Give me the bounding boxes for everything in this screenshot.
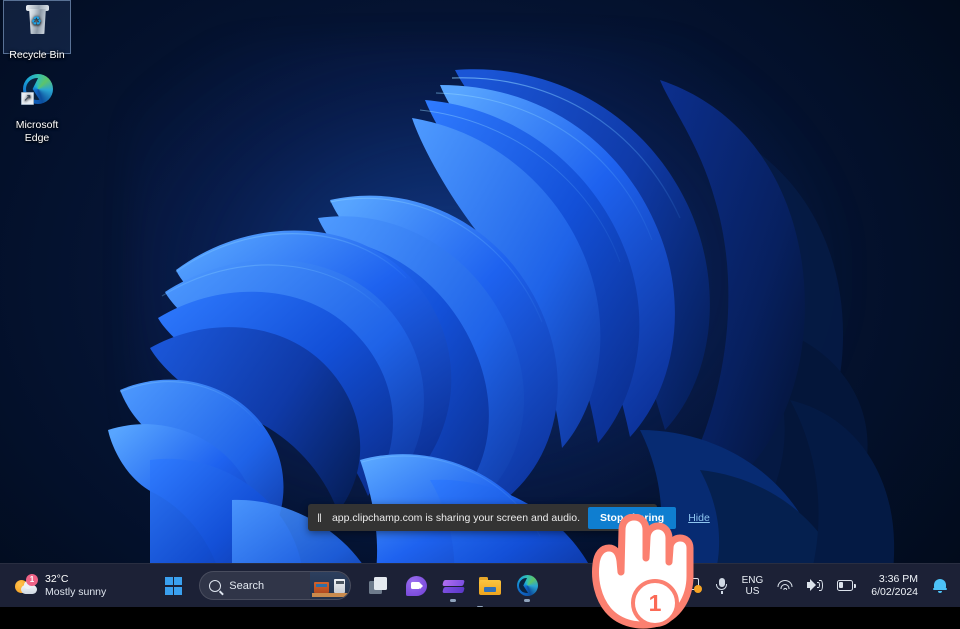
search-placeholder: Search: [229, 579, 265, 592]
bell-icon: [933, 578, 947, 593]
taskbar-app-chat[interactable]: [399, 568, 433, 604]
pause-icon[interactable]: ‖: [317, 511, 323, 525]
folder-icon: [479, 576, 502, 595]
weather-text: 32°C Mostly sunny: [45, 573, 106, 599]
desktop-icon-label-line1: Microsoft: [15, 119, 59, 131]
running-indicator: [450, 599, 457, 602]
language-line1: ENG: [741, 574, 764, 586]
desktop-icon-recycle-bin[interactable]: ♻ Recycle Bin: [0, 0, 74, 62]
chat-icon: [405, 575, 427, 596]
taskbar-app-microsoft-edge[interactable]: [510, 568, 544, 604]
taskbar-app-task-view[interactable]: [362, 568, 396, 604]
taskbar-clock[interactable]: 3:36 PM 6/02/2024: [864, 570, 925, 602]
taskbar-weather-widget[interactable]: 1 32°C Mostly sunny: [9, 570, 112, 602]
desktop-screen: ♻ Recycle Bin ↗ Microsoft Edge ‖ app.cli…: [0, 0, 960, 629]
hide-link[interactable]: Hide: [688, 512, 710, 524]
wifi-icon: [777, 579, 793, 592]
search-highlight-thumbnail[interactable]: [310, 572, 351, 599]
chevron-up-icon: [658, 580, 672, 594]
taskbar-center-cluster: Search: [156, 568, 544, 604]
start-button[interactable]: [156, 568, 190, 604]
shortcut-arrow-icon: ↗: [21, 92, 34, 105]
system-tray: ENG US 3:36 PM 6/02/2024: [477, 570, 960, 608]
desktop-icon-microsoft-edge[interactable]: ↗ Microsoft Edge: [0, 72, 74, 144]
taskbar: 1 32°C Mostly sunny Search ENG US 3:36 P…: [0, 563, 960, 608]
tray-volume[interactable]: [801, 570, 829, 602]
weather-condition: Mostly sunny: [45, 585, 107, 598]
speaker-icon: [807, 579, 824, 592]
tray-recording-indicator[interactable]: [678, 570, 708, 602]
weather-temperature: 32°C: [45, 572, 69, 585]
taskbar-search-box[interactable]: Search: [199, 571, 352, 600]
taskbar-app-file-explorer[interactable]: [473, 568, 507, 604]
clock-date: 6/02/2024: [871, 585, 918, 598]
tray-microphone[interactable]: [710, 570, 734, 602]
language-line2: US: [745, 585, 760, 597]
edge-icon: ↗: [15, 72, 59, 116]
task-view-icon: [368, 577, 390, 594]
tray-notifications[interactable]: [927, 570, 953, 602]
screen-record-icon: [683, 578, 702, 593]
desktop-icon-label: Recycle Bin: [9, 49, 65, 61]
edge-icon: [516, 575, 538, 596]
recycle-bin-icon: ♻: [15, 2, 59, 46]
windows-logo-icon: [164, 577, 183, 595]
taskbar-app-clipchamp[interactable]: [436, 568, 470, 604]
stop-sharing-button[interactable]: Stop sharing: [588, 506, 677, 529]
clock-time: 3:36 PM: [878, 572, 918, 585]
screen-share-active-icon: [616, 577, 637, 594]
desktop-icon-label-line2: Edge: [24, 131, 50, 144]
weather-badge-count: 1: [26, 573, 38, 586]
sharing-message: app.clipchamp.com is sharing your screen…: [331, 511, 581, 524]
battery-icon: [837, 580, 857, 591]
screen-letterbox: [0, 607, 960, 629]
sun-behind-cloud-icon: 1: [15, 573, 39, 597]
tray-network[interactable]: [771, 570, 799, 602]
running-indicator: [524, 599, 531, 602]
search-icon: [209, 579, 222, 592]
tray-battery[interactable]: [831, 570, 862, 602]
microphone-icon: [716, 577, 728, 594]
tray-language-indicator[interactable]: ENG US: [736, 572, 770, 600]
clipchamp-icon: [441, 577, 465, 595]
screen-sharing-bar: ‖ app.clipchamp.com is sharing your scre…: [308, 504, 710, 531]
tray-screen-share-active[interactable]: [477, 570, 643, 608]
tray-overflow-button[interactable]: [655, 570, 676, 602]
